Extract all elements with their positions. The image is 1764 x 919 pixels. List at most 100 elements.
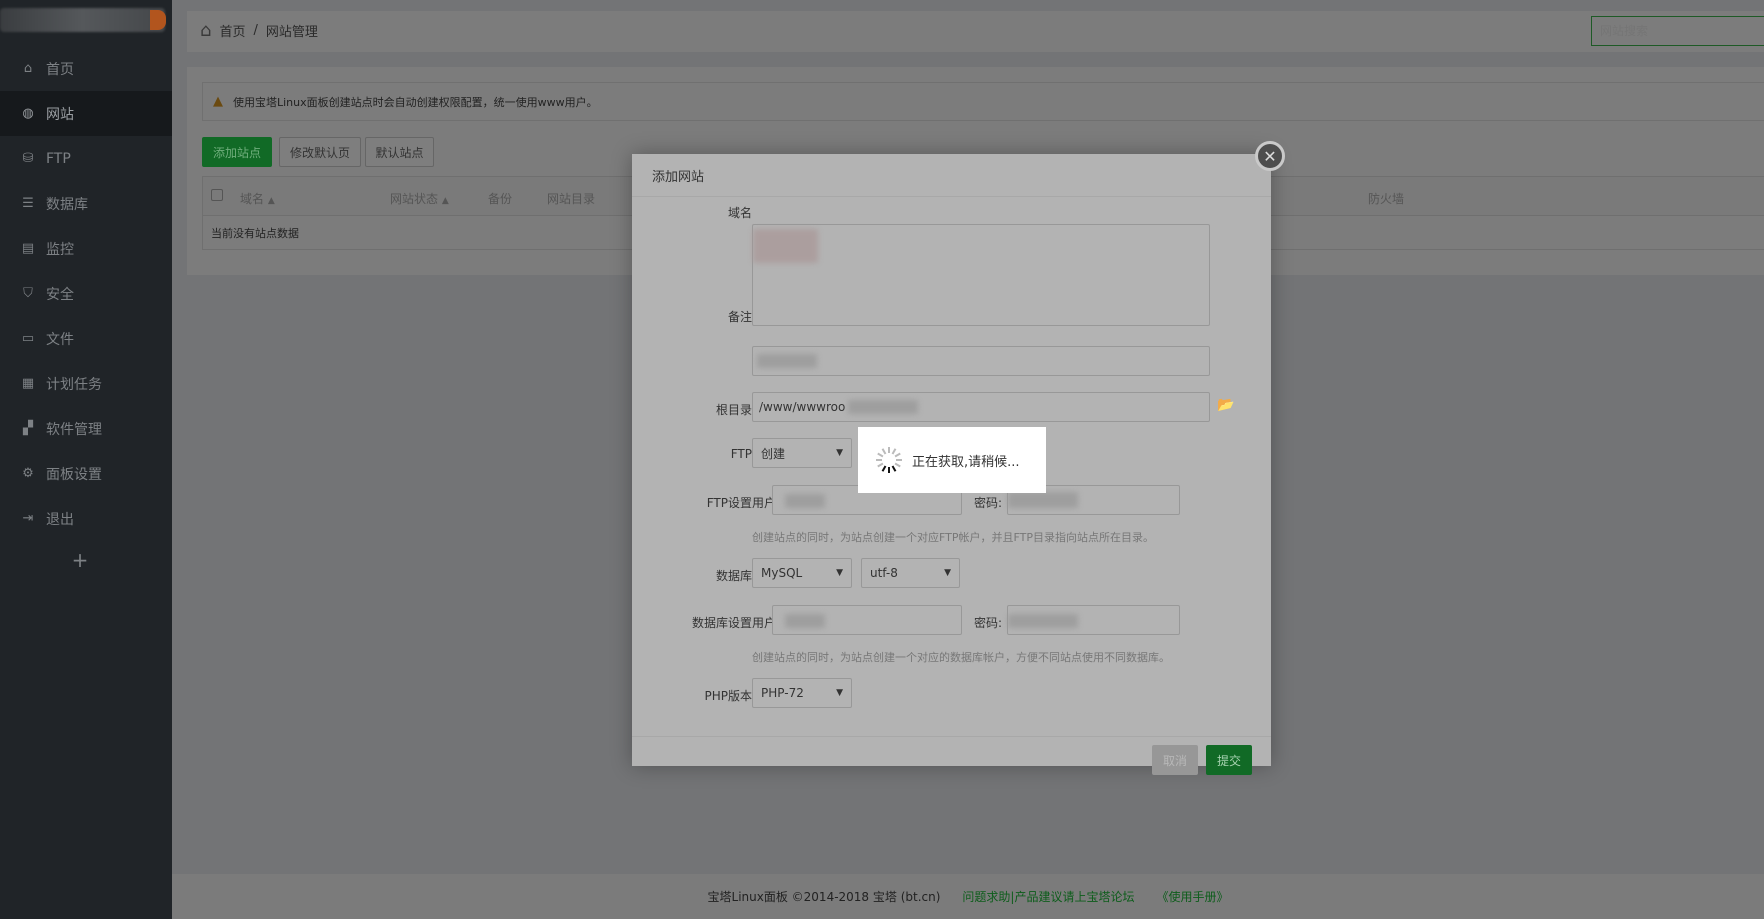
breadcrumb-current: 网站管理 <box>265 25 318 40</box>
database-icon: ☰ <box>22 196 34 211</box>
sidebar-item-2[interactable]: ⛁ FTP <box>0 136 172 181</box>
sidebar: ⌂ 首页 ◍ 网站 ⛁ FTP ☰ 数据库 ▤ 监控 ⛉ 安全 ▭ 文件 ▦ 计划任务 ▞ 软件管理 ⚙ 面板设置 ⇥ 退… <box>0 0 172 919</box>
domain-textarea[interactable] <box>752 224 1210 326</box>
breadcrumb-home[interactable]: 首页 <box>219 21 245 40</box>
select-all-checkbox[interactable] <box>211 189 223 201</box>
spinner-segment <box>881 465 887 472</box>
sidebar-item-8[interactable]: ▞ 软件管理 <box>0 406 172 451</box>
sort-up-icon: ▲ <box>441 196 449 206</box>
sidebar-item-9[interactable]: ⚙ 面板设置 <box>0 451 172 496</box>
sidebar-item-5[interactable]: ⛉ 安全 <box>0 271 172 316</box>
dropdown-arrow-icon: ▼ <box>836 688 843 698</box>
sidebar-item-label: 数据库 <box>46 196 88 213</box>
spinner-icon <box>876 447 902 473</box>
spinner-segment <box>881 448 887 455</box>
dropdown-arrow-icon: ▼ <box>944 568 951 578</box>
grid-icon: ▞ <box>23 421 33 436</box>
php-label: PHP版本 <box>704 689 753 703</box>
folder-open-icon[interactable]: 📂 <box>1217 397 1234 413</box>
ftp-hint: 创建站点的同时，为站点创建一个对应FTP帐户，并且FTP目录指向站点所在目录。 <box>752 531 1154 544</box>
column-firewall: 防火墙 <box>1368 192 1405 206</box>
warning-icon: ▲ <box>213 94 223 109</box>
spinner-segment <box>877 452 884 458</box>
spinner-segment <box>877 462 884 468</box>
edit-default-page-button[interactable]: 修改默认页 <box>279 137 361 167</box>
db-type-select[interactable]: MySQL ▼ <box>752 558 852 588</box>
spinner-segment <box>891 448 897 455</box>
monitor-icon: ▤ <box>21 241 35 256</box>
site-search-input[interactable] <box>1591 16 1764 46</box>
db-password-label: 密码: <box>974 616 1003 630</box>
column-root: 网站目录 <box>547 192 596 206</box>
info-alert: ▲ 使用宝塔Linux面板创建站点时会自动创建权限配置，统一使用www用户。 <box>202 82 1764 121</box>
gear-icon: ⚙ <box>22 466 34 481</box>
sidebar-item-label: 文件 <box>46 331 74 348</box>
home-icon[interactable]: ⌂ <box>200 20 211 41</box>
calendar-icon: ▦ <box>21 376 35 391</box>
loading-text: 正在获取,请稍候... <box>912 454 1020 470</box>
db-label: 数据库 <box>715 569 752 583</box>
db-settings-label: 数据库设置 <box>691 616 752 630</box>
db-user-input[interactable] <box>772 605 962 635</box>
modal-title: 添加网站 <box>632 154 1271 197</box>
sidebar-item-label: 首页 <box>46 61 74 78</box>
column-domain[interactable]: 域名 ▲ <box>240 190 275 207</box>
default-site-button[interactable]: 默认站点 <box>365 137 434 167</box>
sidebar-item-3[interactable]: ☰ 数据库 <box>0 181 172 226</box>
domain-label: 域名 <box>727 206 752 220</box>
copyright: 宝塔Linux面板 ©2014-2018 宝塔 (bt.cn) <box>707 890 941 904</box>
remark-input[interactable] <box>752 346 1210 376</box>
php-version-select[interactable]: PHP-72 ▼ <box>752 678 852 708</box>
remark-label: 备注 <box>727 310 752 324</box>
charset-select[interactable]: utf-8 ▼ <box>861 558 960 588</box>
db-hint: 创建站点的同时，为站点创建一个对应的数据库帐户，方便不同站点使用不同数据库。 <box>752 651 1170 664</box>
modal-footer-divider <box>632 736 1271 737</box>
ftp-label: FTP <box>730 447 752 461</box>
loading-toast: 正在获取,请稍候... <box>858 427 1046 493</box>
sidebar-item-label: 软件管理 <box>46 421 102 438</box>
shield-icon: ⛉ <box>23 286 33 301</box>
spinner-segment <box>891 465 897 472</box>
add-shortcut-button[interactable]: + <box>0 548 160 572</box>
sidebar-item-label: 退出 <box>46 511 74 528</box>
root-input[interactable]: /www/wwwroo <box>752 392 1210 422</box>
sidebar-item-label: 监控 <box>46 241 74 258</box>
close-icon: ✕ <box>1263 146 1277 166</box>
submit-button[interactable]: 提交 <box>1206 745 1252 775</box>
sidebar-item-label: 安全 <box>46 286 74 303</box>
column-backup: 备份 <box>488 192 513 206</box>
add-site-button[interactable]: 添加站点 <box>202 137 272 167</box>
sidebar-item-label: FTP <box>46 150 71 167</box>
sort-up-icon: ▲ <box>267 196 275 206</box>
footer: 宝塔Linux面板 ©2014-2018 宝塔 (bt.cn) 问题求助|产品建… <box>172 874 1764 919</box>
forum-link[interactable]: 问题求助|产品建议请上宝塔论坛 <box>962 888 1134 905</box>
alert-text: 使用宝塔Linux面板创建站点时会自动创建权限配置，统一使用www用户。 <box>233 95 598 109</box>
sidebar-item-label: 面板设置 <box>46 466 102 483</box>
folder-icon: ▭ <box>21 331 35 346</box>
root-label: 根目录 <box>715 403 752 417</box>
header-bar <box>187 11 1764 52</box>
breadcrumb-separator: / <box>253 23 258 38</box>
home-icon: ⌂ <box>23 61 33 76</box>
breadcrumb: ⌂ 首页 / 网站管理 <box>200 20 318 41</box>
logout-icon: ⇥ <box>22 511 34 526</box>
cancel-button[interactable]: 取消 <box>1152 745 1198 775</box>
manual-link[interactable]: 《使用手册》 <box>1156 888 1228 905</box>
sidebar-item-label: 计划任务 <box>46 376 102 393</box>
logo-badge <box>150 10 166 30</box>
column-status[interactable]: 网站状态 ▲ <box>390 190 449 207</box>
ftp-password-label: 密码: <box>974 496 1003 510</box>
dropdown-arrow-icon: ▼ <box>836 568 843 578</box>
ftp-select[interactable]: 创建 ▼ <box>752 438 852 468</box>
globe-icon: ◍ <box>22 106 34 121</box>
sidebar-item-label: 网站 <box>46 106 74 123</box>
sidebar-item-10[interactable]: ⇥ 退出 <box>0 496 172 541</box>
sidebar-item-6[interactable]: ▭ 文件 <box>0 316 172 361</box>
sidebar-item-4[interactable]: ▤ 监控 <box>0 226 172 271</box>
db-password-input[interactable] <box>1007 605 1180 635</box>
sidebar-item-1[interactable]: ◍ 网站 <box>0 91 172 136</box>
ftp-icon: ⛁ <box>22 151 34 166</box>
sidebar-item-7[interactable]: ▦ 计划任务 <box>0 361 172 406</box>
sidebar-item-0[interactable]: ⌂ 首页 <box>0 46 172 91</box>
close-modal-button[interactable]: ✕ <box>1255 141 1285 171</box>
